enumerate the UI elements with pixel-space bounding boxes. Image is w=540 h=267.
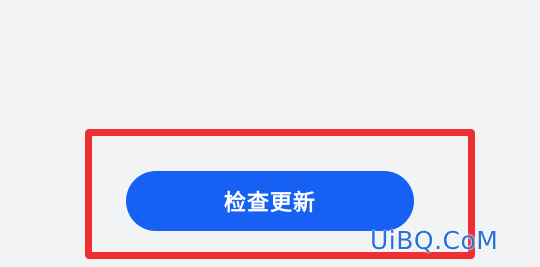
site-watermark: UiBQ.CoM <box>370 226 499 255</box>
settings-screen: 检查更新 UiBQ.CoM <box>0 0 540 267</box>
check-update-button[interactable]: 检查更新 <box>126 171 414 231</box>
